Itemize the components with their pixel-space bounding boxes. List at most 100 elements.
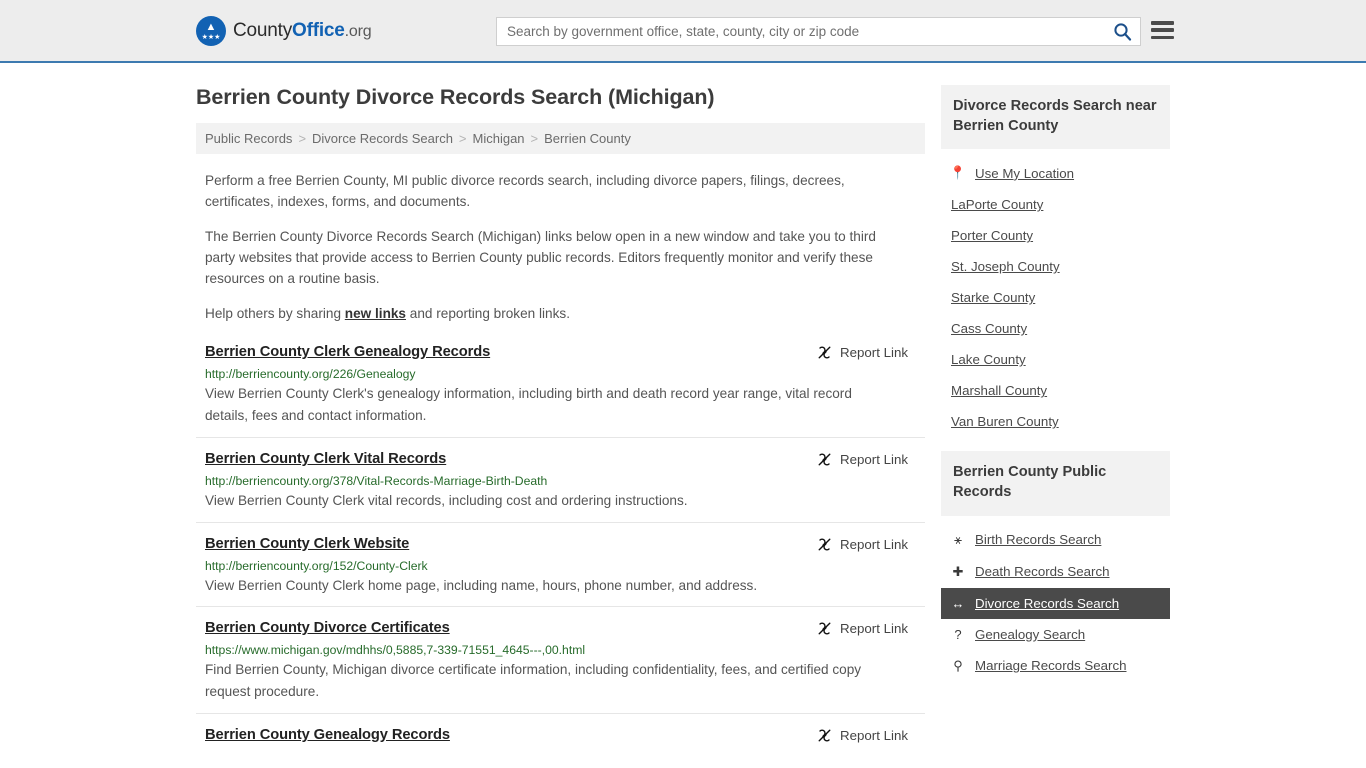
site-header: ▲ ★★★ CountyOffice.org	[0, 0, 1366, 63]
sidebar-item-porter-county[interactable]: Porter County	[941, 220, 1170, 251]
sidebar-item-birth-records-search[interactable]: ⚹ Birth Records Search	[941, 524, 1170, 556]
sidebar-item-use-my-location[interactable]: 📍 Use My Location	[941, 157, 1170, 189]
result-description: View Berrien County Clerk home page, inc…	[205, 577, 758, 593]
page-title: Berrien County Divorce Records Search (M…	[196, 85, 715, 109]
public-records-panel-list: ⚹ Birth Records Search ✚ Death Records S…	[941, 516, 1170, 682]
sidebar-item-label: Birth Records Search	[975, 532, 1102, 548]
result-title-link[interactable]: Berrien County Clerk Vital Records	[205, 451, 446, 467]
report-link-button[interactable]: Report Link	[817, 727, 908, 743]
sidebar-item-starke-county[interactable]: Starke County	[941, 282, 1170, 313]
report-link-label: Report Link	[840, 727, 908, 743]
result-title-link[interactable]: Berrien County Divorce Certificates	[205, 620, 450, 636]
sidebar-item-lake-county[interactable]: Lake County	[941, 344, 1170, 375]
hamburger-menu-icon[interactable]	[1151, 21, 1174, 39]
breadcrumb-item-michigan[interactable]: Michigan	[473, 131, 525, 146]
result-url: https://www.michigan.gov/mdhhs/0,5885,7-…	[205, 643, 586, 658]
logo-text-office: Office	[292, 19, 345, 41]
gender-symbols-icon: ⚲	[953, 657, 963, 673]
eagle-icon: ▲	[205, 20, 217, 33]
broken-link-icon	[818, 729, 831, 742]
public-records-panel-heading: Berrien County Public Records	[941, 451, 1170, 516]
split-arrows-icon: ↔	[951, 595, 965, 611]
results-list: Berrien County Clerk Genealogy Records R…	[196, 338, 925, 753]
result-title-link[interactable]: Berrien County Genealogy Records	[205, 727, 450, 743]
result-header: Berrien County Clerk Genealogy Records R…	[205, 344, 916, 360]
broken-link-icon	[818, 453, 831, 466]
breadcrumb: Public Records > Divorce Records Search …	[196, 123, 925, 154]
broken-link-icon	[818, 346, 831, 359]
sidebar-item-divorce-records-search[interactable]: ↔ Divorce Records Search	[941, 587, 1170, 619]
report-link-label: Report Link	[840, 536, 908, 552]
report-link-button[interactable]: Report Link	[817, 536, 908, 552]
hamburger-bar	[1151, 28, 1174, 32]
cross-icon: ✚	[952, 563, 964, 579]
sidebar-item-genealogy-search[interactable]: ? Genealogy Search	[941, 619, 1170, 650]
new-links-link[interactable]: new links	[345, 306, 406, 321]
intro-paragraph-2: The Berrien County Divorce Records Searc…	[205, 229, 876, 287]
search-icon	[1113, 23, 1131, 41]
intro-paragraph-3: Help others by sharing new links and rep…	[196, 303, 925, 324]
intro-p3-after: and reporting broken links.	[406, 306, 570, 322]
breadcrumb-separator: >	[458, 131, 467, 146]
result-url: http://berriencounty.org/378/Vital-Recor…	[205, 473, 548, 488]
nearby-search-panel: Divorce Records Search near Berrien Coun…	[941, 85, 1170, 437]
search-input[interactable]	[497, 24, 1104, 39]
nearby-panel-heading: Divorce Records Search near Berrien Coun…	[941, 85, 1170, 150]
sidebar-item-label: Use My Location	[975, 165, 1075, 181]
sidebar-item-label: Cass County	[951, 321, 1028, 337]
sidebar-item-st-joseph-county[interactable]: St. Joseph County	[941, 251, 1170, 282]
breadcrumb-item-berrien-county[interactable]: Berrien County	[544, 131, 631, 146]
breadcrumb-item-public-records[interactable]: Public Records	[205, 131, 292, 146]
result-item: Berrien County Divorce Certificates Repo…	[196, 606, 925, 713]
sidebar-item-laporte-county[interactable]: LaPorte County	[941, 189, 1170, 220]
intro-text: Perform a free Berrien County, MI public…	[196, 170, 925, 324]
hamburger-bar	[1151, 21, 1174, 25]
sidebar-item-cass-county[interactable]: Cass County	[941, 313, 1170, 344]
intro-paragraph-1: Perform a free Berrien County, MI public…	[205, 173, 845, 210]
result-header: Berrien County Divorce Certificates Repo…	[205, 620, 916, 636]
sidebar-item-label: Divorce Records Search	[975, 595, 1120, 611]
hamburger-bar	[1151, 35, 1174, 39]
result-url: http://berriencounty.org/226/Genealogy	[205, 367, 416, 382]
logo-text: CountyOffice.org	[233, 19, 372, 42]
sidebar-item-van-buren-county[interactable]: Van Buren County	[941, 406, 1170, 437]
result-header: Berrien County Clerk Website Report Link	[205, 536, 916, 552]
logo-text-county: County	[233, 19, 293, 41]
breadcrumb-separator: >	[530, 131, 539, 146]
result-item: Berrien County Clerk Genealogy Records R…	[196, 338, 925, 437]
sidebar-item-label: Porter County	[951, 228, 1034, 244]
result-title-link[interactable]: Berrien County Clerk Website	[205, 536, 409, 552]
result-url: http://berriencounty.org/152/County-Cler…	[205, 558, 428, 573]
main-content: Berrien County Divorce Records Search (M…	[196, 85, 925, 753]
sidebar-item-label: Starke County	[951, 290, 1036, 306]
result-description: View Berrien County Clerk vital records,…	[205, 492, 688, 508]
sidebar-item-label: St. Joseph County	[951, 259, 1060, 275]
report-link-button[interactable]: Report Link	[817, 620, 908, 636]
sidebar-item-label: Marriage Records Search	[975, 658, 1127, 674]
search-bar	[496, 17, 1141, 46]
result-item: Berrien County Genealogy Records Report …	[196, 712, 925, 753]
result-title-link[interactable]: Berrien County Clerk Genealogy Records	[205, 344, 490, 360]
search-button[interactable]	[1104, 18, 1140, 45]
report-link-label: Report Link	[840, 345, 908, 361]
sidebar-item-label: Genealogy Search	[975, 626, 1086, 642]
sidebar-item-label: Lake County	[951, 352, 1026, 368]
result-description: Find Berrien County, Michigan divorce ce…	[205, 662, 862, 700]
sidebar-item-label: Marshall County	[951, 383, 1048, 399]
result-item: Berrien County Clerk Vital Records Repor…	[196, 436, 925, 522]
breadcrumb-item-divorce-records-search[interactable]: Divorce Records Search	[312, 131, 453, 146]
sidebar-item-death-records-search[interactable]: ✚ Death Records Search	[941, 556, 1170, 588]
result-header: Berrien County Clerk Vital Records Repor…	[205, 451, 916, 467]
report-link-button[interactable]: Report Link	[817, 451, 908, 467]
site-logo[interactable]: ▲ ★★★ CountyOffice.org	[196, 15, 372, 46]
report-link-label: Report Link	[840, 451, 908, 467]
result-description: View Berrien County Clerk's genealogy in…	[205, 386, 852, 424]
public-records-panel: Berrien County Public Records ⚹ Birth Re…	[941, 451, 1170, 681]
report-link-button[interactable]: Report Link	[817, 344, 908, 360]
broken-link-icon	[818, 622, 831, 635]
sidebar-item-label: Van Buren County	[951, 414, 1059, 430]
report-link-label: Report Link	[840, 621, 908, 637]
sidebar-item-marriage-records-search[interactable]: ⚲ Marriage Records Search	[941, 650, 1170, 682]
sidebar-item-marshall-county[interactable]: Marshall County	[941, 375, 1170, 406]
broken-link-icon	[818, 538, 831, 551]
